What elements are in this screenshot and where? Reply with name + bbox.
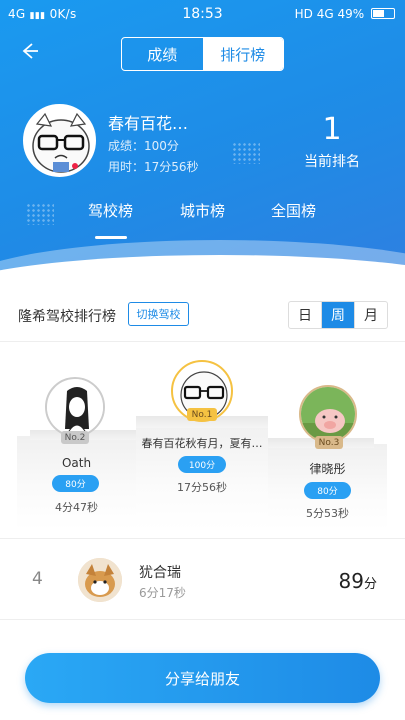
decor-dots [232,142,260,164]
board-title: 隆希驾校排行榜 [18,309,116,325]
podium-time-1: 17分56秒 [177,481,227,494]
share-button[interactable]: 分享给朋友 [25,653,380,703]
tab-scores[interactable]: 成绩 [122,38,203,70]
board-tabs: 驾校榜 城市榜 全国榜 [0,200,405,220]
rank-value: 1 [322,112,342,147]
list-score-value: 89 [338,569,364,593]
period-month[interactable]: 月 [355,302,387,328]
list-score: 89分 [339,569,377,593]
score-label: 成绩： [108,139,145,153]
rank-badge-3: No.3 [315,436,343,449]
avatar-rank-2[interactable] [45,377,105,437]
list-avatar [78,558,122,602]
podium-name-2: Oath [61,456,92,470]
list-time: 6分17秒 [139,586,186,600]
period-week[interactable]: 周 [322,302,355,328]
list-rank: 4 [32,569,43,589]
podium-name-1: 春有百花秋有月，夏有… [141,437,263,450]
battery-icon [371,8,395,19]
active-tab-indicator [95,236,127,239]
podium-score-1: 100分 [178,456,226,473]
time-value: 17分56秒 [144,160,199,174]
rank-badge-1: No.1 [187,408,217,421]
current-rank: 1 当前排名 [296,113,368,171]
user-name: 春有百花… [108,114,189,133]
signal-label: HD 4G [294,7,334,21]
header-segment: 成绩 排行榜 [121,37,284,71]
score-value: 100分 [144,139,179,153]
tab-ranking[interactable]: 排行榜 [202,38,283,70]
user-avatar[interactable] [23,104,96,177]
period-day[interactable]: 日 [289,302,322,328]
avatar-rank-3[interactable] [299,385,357,443]
rank-badge-2: No.2 [61,431,89,444]
podium-time-3: 5分53秒 [306,507,349,520]
list-item[interactable]: 4 犹合瑞 6分17秒 89分 [0,538,405,620]
status-bar: 4G ▮▮▮ 0K/s 18:53 HD 4G 49% [0,0,405,30]
back-arrow-icon[interactable] [18,40,46,68]
podium-time-2: 4分47秒 [55,501,98,514]
list-score-unit: 分 [363,577,377,592]
tab-city[interactable]: 城市榜 [180,200,225,221]
rank-label: 当前排名 [304,154,360,170]
tab-school[interactable]: 驾校榜 [88,200,133,221]
filter-bar: 隆希驾校排行榜 切换驾校 日 周 月 [0,290,405,342]
podium-score-3: 80分 [304,482,351,499]
user-score: 成绩：100分 [108,137,179,154]
podium: No.2 Oath 80分 4分47秒 No.3 律晓彤 80分 5分53秒 N… [0,342,405,537]
status-right: HD 4G 49% [295,7,395,21]
user-time: 用时：17分56秒 [108,158,199,175]
list-name: 犹合瑞 [139,565,181,581]
podium-score-2: 80分 [52,475,99,492]
period-selector: 日 周 月 [288,301,388,329]
tab-national[interactable]: 全国榜 [271,200,316,221]
time-label: 用时： [108,160,145,174]
podium-name-3: 律晓彤 [309,462,346,476]
switch-school-button[interactable]: 切换驾校 [128,302,189,326]
battery-percent: 49% [337,7,365,21]
